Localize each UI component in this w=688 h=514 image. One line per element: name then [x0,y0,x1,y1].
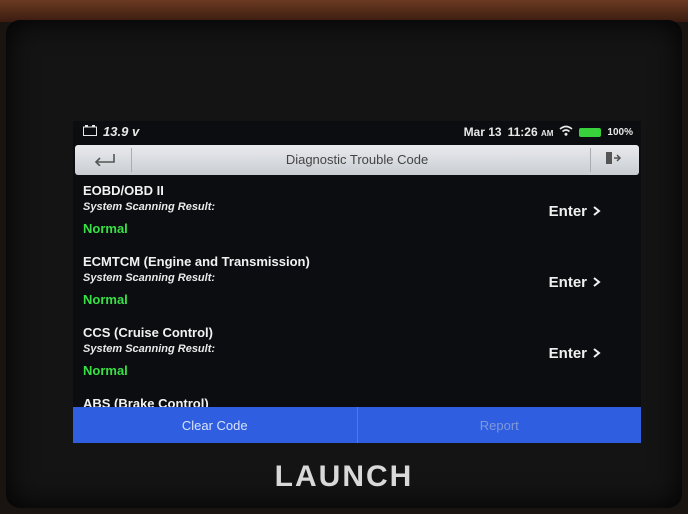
scan-result-label: System Scanning Result: [83,343,216,355]
list-item: EOBD/OBD II System Scanning Result: Norm… [73,179,641,250]
system-list: EOBD/OBD II System Scanning Result: Norm… [73,179,641,443]
battery-percent: 100% [607,126,633,138]
system-name: CCS (Cruise Control) [83,325,213,340]
brand-logo: LAUNCH [274,460,414,493]
scan-status: Normal [83,363,128,378]
enter-button[interactable]: Enter [549,345,601,362]
scan-result-label: System Scanning Result: [83,201,216,213]
car-battery-icon [83,124,97,139]
status-time: 11:26 AM [507,125,554,139]
exit-button[interactable] [590,148,635,172]
wifi-icon [559,125,573,139]
system-name: ECMTCM (Engine and Transmission) [83,254,310,269]
title-bar: Diagnostic Trouble Code [75,145,639,175]
scan-status: Normal [83,221,128,236]
page-title: Diagnostic Trouble Code [285,152,429,167]
list-item: ECMTCM (Engine and Transmission) System … [73,250,641,321]
status-bar: 13.9 v Mar 13 11:26 AM 100% [73,121,641,143]
battery-icon [579,127,602,137]
enter-label: Enter [548,203,587,220]
scan-status: Normal [83,292,128,307]
status-date: Mar 13 [463,125,502,139]
chevron-right-icon [593,203,601,220]
enter-button[interactable]: Enter [549,274,601,291]
enter-label: Enter [548,274,587,291]
exit-icon [604,150,622,171]
chevron-right-icon [593,274,601,291]
voltage-readout: 13.9 v [103,124,140,139]
system-name: EOBD/OBD II [83,183,164,198]
enter-label: Enter [548,345,587,362]
scan-result-label: System Scanning Result: [83,272,216,284]
list-item: CCS (Cruise Control) System Scanning Res… [73,321,641,392]
clear-code-button[interactable]: Clear Code [73,407,357,443]
device-frame-top [0,0,688,22]
chevron-right-icon [593,345,601,362]
bottom-action-bar: Clear Code Report [73,407,641,443]
device-screen: 13.9 v Mar 13 11:26 AM 100% Diagnostic T… [73,121,641,443]
report-button[interactable]: Report [356,407,642,443]
enter-button[interactable]: Enter [549,203,601,220]
